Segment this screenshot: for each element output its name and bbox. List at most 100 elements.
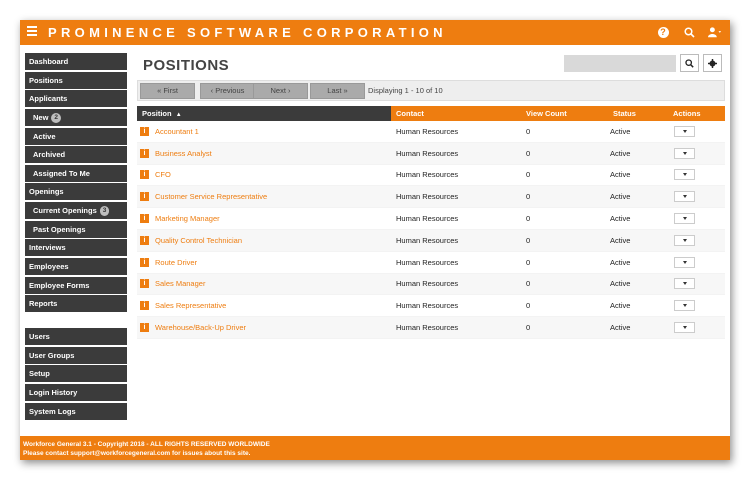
info-icon[interactable]: i (140, 279, 149, 289)
sidebar-item-label: Archived (33, 150, 66, 160)
position-link[interactable]: Customer Service Representative (155, 192, 267, 201)
cell-position: i Sales Manager (137, 279, 391, 289)
info-icon[interactable]: i (140, 301, 149, 311)
position-link[interactable]: CFO (155, 170, 171, 179)
column-header-view-count[interactable]: View Count (526, 106, 610, 121)
cell-status: Active (610, 148, 631, 158)
actions-dropdown-button[interactable] (674, 234, 695, 246)
actions-dropdown-button[interactable] (674, 256, 695, 268)
actions-dropdown-button[interactable] (674, 191, 695, 203)
search-button[interactable] (680, 54, 699, 72)
sidebar-item-new[interactable]: New 2 (25, 108, 127, 126)
sidebar-primary: Dashboard Positions Applicants New 2 Active Ar… (25, 53, 127, 314)
user-icon[interactable] (708, 25, 722, 39)
info-icon[interactable]: i (140, 235, 149, 245)
sidebar-item-employees[interactable]: Employees (25, 258, 127, 276)
next-page-button[interactable]: Next › (253, 83, 308, 99)
first-page-button[interactable]: « First (140, 83, 195, 99)
info-icon[interactable]: i (140, 192, 149, 202)
cell-view-count: 0 (526, 323, 531, 333)
caret-down-icon (682, 173, 687, 177)
table-body: i Accountant 1 Human Resources 0 Active i Busi… (137, 121, 725, 339)
hamburger-icon[interactable] (27, 26, 39, 38)
position-link[interactable]: Business Analyst (155, 149, 212, 158)
cell-view-count: 0 (526, 257, 531, 267)
previous-page-button[interactable]: ‹ Previous (200, 83, 255, 99)
caret-down-icon (682, 304, 687, 308)
sidebar-item-user-groups[interactable]: User Groups (25, 346, 127, 364)
search-input[interactable] (564, 55, 676, 72)
cell-contact: Human Resources (396, 126, 459, 136)
position-link[interactable]: Quality Control Technician (155, 236, 242, 245)
sidebar-item-interviews[interactable]: Interviews (25, 239, 127, 257)
sidebar-item-positions[interactable]: Positions (25, 71, 127, 89)
actions-dropdown-button[interactable] (674, 169, 695, 181)
sidebar-item-current-openings[interactable]: Current Openings 3 (25, 202, 127, 220)
help-icon[interactable]: ? (656, 25, 670, 39)
info-icon[interactable]: i (140, 126, 149, 136)
column-header-position[interactable]: Position ▲ (137, 106, 391, 121)
cell-status: Active (610, 192, 631, 202)
cell-status: Active (610, 323, 631, 333)
column-header-status[interactable]: Status (610, 106, 673, 121)
cell-status: Active (610, 214, 631, 224)
info-icon[interactable]: i (140, 170, 149, 180)
sidebar-item-reports[interactable]: Reports (25, 295, 127, 313)
position-link[interactable]: Accountant 1 (155, 127, 199, 136)
sidebar-item-assigned-to-me[interactable]: Assigned To Me (25, 164, 127, 182)
footer-contact: Please contact support@workforcegeneral.… (23, 450, 251, 457)
sidebar-item-applicants[interactable]: Applicants (25, 90, 127, 108)
cell-status: Active (610, 126, 631, 136)
table-row: i Marketing Manager Human Resources 0 Active (137, 208, 725, 230)
cell-position: i Accountant 1 (137, 126, 391, 136)
count-badge: 3 (99, 206, 110, 217)
info-icon[interactable]: i (140, 323, 149, 333)
position-link[interactable]: Warehouse/Back-Up Driver (155, 323, 246, 332)
actions-dropdown-button[interactable] (674, 147, 695, 159)
sidebar-item-archived[interactable]: Archived (25, 146, 127, 164)
sidebar-item-system-logs[interactable]: System Logs (25, 402, 127, 420)
sidebar-item-label: Current Openings (33, 206, 97, 216)
cell-position: i Quality Control Technician (137, 235, 391, 245)
actions-dropdown-button[interactable] (674, 322, 695, 334)
info-icon[interactable]: i (140, 214, 149, 224)
cell-contact: Human Resources (396, 192, 459, 202)
cell-position: i Customer Service Representative (137, 192, 391, 202)
actions-dropdown-button[interactable] (674, 300, 695, 312)
sidebar-item-login-history[interactable]: Login History (25, 383, 127, 401)
caret-down-icon (682, 129, 687, 133)
sidebar-item-employee-forms[interactable]: Employee Forms (25, 276, 127, 294)
sidebar-item-dashboard[interactable]: Dashboard (25, 53, 127, 70)
settings-button[interactable] (703, 54, 722, 72)
cell-view-count: 0 (526, 148, 531, 158)
actions-dropdown-button[interactable] (674, 278, 695, 290)
info-icon[interactable]: i (140, 257, 149, 267)
cell-actions (673, 234, 725, 246)
caret-down-icon (682, 217, 687, 221)
caret-down-icon (682, 151, 687, 155)
actions-dropdown-button[interactable] (674, 125, 695, 137)
info-icon[interactable]: i (140, 148, 149, 158)
cell-contact: Human Resources (396, 148, 459, 158)
position-link[interactable]: Sales Representative (155, 301, 226, 310)
position-link[interactable]: Route Driver (155, 258, 197, 267)
cell-contact: Human Resources (396, 301, 459, 311)
top-bar: PROMINENCE SOFTWARE CORPORATION ? (20, 20, 730, 45)
search-icon[interactable] (682, 25, 696, 39)
last-page-button[interactable]: Last » (310, 83, 365, 99)
actions-dropdown-button[interactable] (674, 213, 695, 225)
position-link[interactable]: Sales Manager (155, 279, 205, 288)
cell-position: i Warehouse/Back-Up Driver (137, 323, 391, 333)
cell-view-count: 0 (526, 170, 531, 180)
sidebar-item-active[interactable]: Active (25, 127, 127, 145)
cell-contact: Human Resources (396, 170, 459, 180)
table-row: i CFO Human Resources 0 Active (137, 165, 725, 187)
sidebar-item-label: Openings (29, 187, 64, 197)
table-row: i Accountant 1 Human Resources 0 Active (137, 121, 725, 143)
sidebar-item-past-openings[interactable]: Past Openings (25, 220, 127, 238)
column-header-contact[interactable]: Contact (391, 106, 526, 121)
sidebar-item-openings[interactable]: Openings (25, 183, 127, 201)
sidebar-item-setup[interactable]: Setup (25, 365, 127, 383)
sidebar-item-users[interactable]: Users (25, 328, 127, 345)
position-link[interactable]: Marketing Manager (155, 214, 220, 223)
